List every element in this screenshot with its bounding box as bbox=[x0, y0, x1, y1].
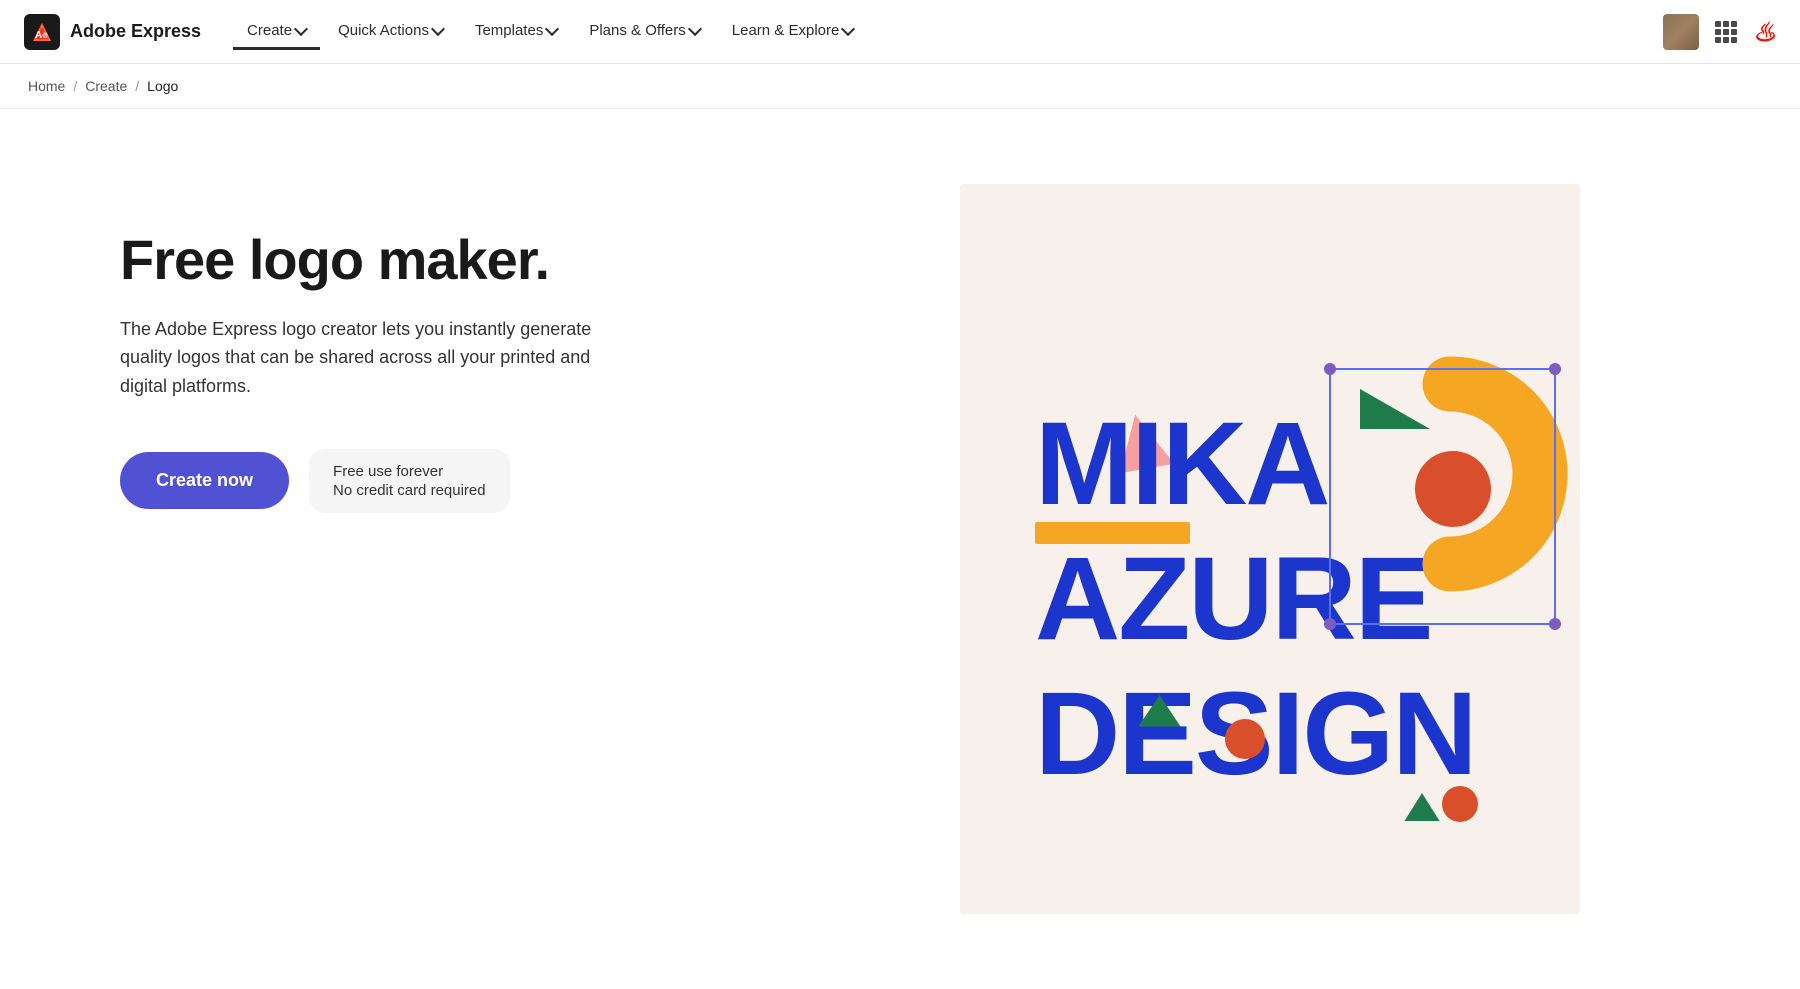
free-line-2: No credit card required bbox=[333, 482, 486, 499]
left-panel: Free logo maker. The Adobe Express logo … bbox=[0, 109, 760, 573]
chevron-down-icon bbox=[688, 21, 702, 35]
logo-preview-card: MIKA AZURE DESIGN bbox=[960, 184, 1580, 914]
hero-subtitle: The Adobe Express logo creator lets you … bbox=[120, 315, 640, 401]
brand-name-text: Adobe Express bbox=[70, 21, 201, 42]
svg-text:MIKA: MIKA bbox=[1035, 398, 1329, 530]
brand-logo[interactable]: Ae Adobe Express bbox=[24, 14, 201, 50]
svg-text:AZURE: AZURE bbox=[1035, 533, 1431, 665]
nav-item-templates[interactable]: Templates bbox=[461, 14, 571, 50]
breadcrumb-home[interactable]: Home bbox=[28, 78, 65, 94]
breadcrumb-sep-1: / bbox=[73, 78, 77, 94]
right-panel: MIKA AZURE DESIGN bbox=[760, 109, 1800, 989]
apps-grid-icon[interactable] bbox=[1715, 21, 1737, 43]
chevron-down-icon bbox=[545, 21, 559, 35]
breadcrumb-sep-2: / bbox=[135, 78, 139, 94]
nav-item-quick-actions[interactable]: Quick Actions bbox=[324, 14, 457, 50]
hero-title: Free logo maker. bbox=[120, 229, 680, 291]
svg-text:Ae: Ae bbox=[35, 30, 48, 41]
adobe-express-icon: Ae bbox=[24, 14, 60, 50]
breadcrumb-create[interactable]: Create bbox=[85, 78, 127, 94]
adobe-logo-icon: ♨ bbox=[1753, 19, 1776, 45]
free-line-1: Free use forever bbox=[333, 463, 486, 480]
free-badge: Free use forever No credit card required bbox=[309, 449, 510, 513]
nav-item-create[interactable]: Create bbox=[233, 14, 320, 50]
navbar: Ae Adobe Express Create Quick Actions Te… bbox=[0, 0, 1800, 64]
chevron-down-icon bbox=[294, 21, 308, 35]
chevron-down-icon bbox=[431, 21, 445, 35]
chevron-down-icon bbox=[841, 21, 855, 35]
navbar-right: ♨ bbox=[1663, 14, 1776, 50]
nav-items: Create Quick Actions Templates Plans & O… bbox=[233, 14, 1663, 50]
nav-item-learn[interactable]: Learn & Explore bbox=[718, 14, 868, 50]
main-content: Free logo maker. The Adobe Express logo … bbox=[0, 109, 1800, 989]
nav-item-plans[interactable]: Plans & Offers bbox=[575, 14, 713, 50]
avatar[interactable] bbox=[1663, 14, 1699, 50]
create-now-button[interactable]: Create now bbox=[120, 452, 289, 509]
logo-preview-svg: MIKA AZURE DESIGN bbox=[960, 184, 1580, 914]
breadcrumb: Home / Create / Logo bbox=[0, 64, 1800, 109]
breadcrumb-current: Logo bbox=[147, 78, 178, 94]
cta-row: Create now Free use forever No credit ca… bbox=[120, 449, 680, 513]
